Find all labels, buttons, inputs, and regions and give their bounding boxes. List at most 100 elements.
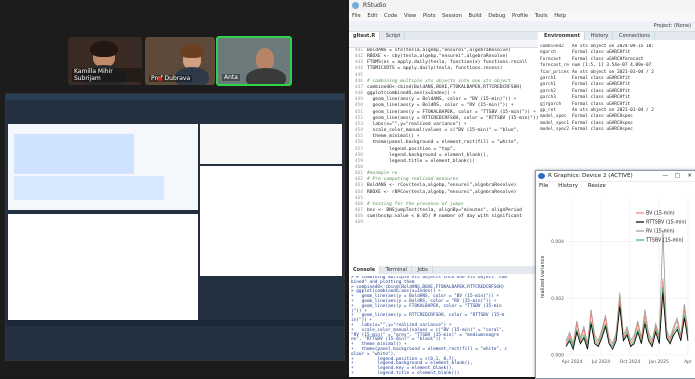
menu-tools[interactable]: Tools xyxy=(535,13,548,19)
graphics-device-window: R Graphics: Device 2 (ACTIVE) — □ ✕ File… xyxy=(535,170,695,379)
tab-history[interactable]: History xyxy=(586,32,614,40)
env-value: num [1:5, 1] 3.54e-07 4.09e-07 xyxy=(572,63,652,69)
code-text: ggplot(combinedO,aes(x=Index)) + xyxy=(367,91,456,97)
editor-toolbar xyxy=(349,40,538,48)
shared-screen xyxy=(5,93,345,361)
env-value: Formal class uGARCHspec xyxy=(572,120,633,126)
menu-bar: File Edit Code View Plots Session Build … xyxy=(349,11,695,21)
code-text: legend.title = element_blank()) xyxy=(367,158,475,164)
zoom-meeting-window: Kamilla Mihir Subrijam Prof Dubrava Anta xyxy=(0,0,347,377)
window-title: RStudio xyxy=(362,2,387,9)
code-text: RBOXE <- rBPCov(tesla,algebp,"ensurei",a… xyxy=(367,189,517,195)
legend-label: TTSBV (15-min) xyxy=(645,238,684,244)
code-text: labs(x="",y="realized variance") + xyxy=(367,121,467,127)
device-titlebar: R Graphics: Device 2 (ACTIVE) — □ ✕ xyxy=(536,171,695,182)
env-name: model_spec2 xyxy=(540,127,570,133)
env-value: Formal class uGARCHfit xyxy=(572,82,631,88)
menu-file[interactable]: File xyxy=(352,13,361,19)
env-value: Formal class uGARCHforecast xyxy=(572,56,644,62)
menu-view[interactable]: View xyxy=(404,13,416,19)
code-text: bnc <- BNSjumpTest(tesla, alignBy="minut… xyxy=(367,208,522,214)
menu-build[interactable]: Build xyxy=(469,13,482,19)
menu-profile[interactable]: Profile xyxy=(512,13,528,19)
menu-session[interactable]: Session xyxy=(442,13,462,19)
env-tabbar: Environment History Connections xyxy=(540,32,695,40)
realized-variance-chart: 0.000 0.002 0.004 Apr 2024 Jul 2024 Oct 2024 J… xyxy=(540,199,692,365)
tab-script[interactable]: Script xyxy=(381,32,406,40)
menu-help[interactable]: Help xyxy=(554,13,566,19)
participant-name: Prof Dubrava xyxy=(149,75,193,82)
code-text: geom_line(aes(y = RTTCREDCRFSOH, color =… xyxy=(367,115,538,121)
code-line[interactable]: 468 sum(bnc$p.value < 0.05) # number of d… xyxy=(349,214,538,220)
env-row[interactable]: model_spec2 Formal class uGARCHspec xyxy=(540,127,695,133)
environment-list: combined2 An xts object on 2024-09-15 10:… xyxy=(540,44,695,169)
tab-environment[interactable]: Environment xyxy=(540,32,585,40)
series-line xyxy=(565,230,689,345)
env-value: Formal class uGARCHfit xyxy=(572,101,631,107)
code-text: geom_line(aes(y = BoldANS, color = "BV (… xyxy=(367,97,517,103)
r-logo-icon xyxy=(538,173,545,179)
participant-tile-1[interactable]: Kamilla Mihir Subrijam xyxy=(68,37,142,85)
console-line: + legend.title = element_blank()) xyxy=(351,370,460,376)
editor-tabbar: gltest.R Script xyxy=(349,32,538,40)
device-menu-file[interactable]: File xyxy=(539,183,548,189)
recording-dot-icon xyxy=(158,77,162,81)
code-line[interactable]: 469 xyxy=(349,220,538,226)
code-text: # testing for the presence of jumps xyxy=(367,201,464,207)
code-text: TTOMICXDTS = apply.daily(tesla, function… xyxy=(367,66,503,72)
code-text: legend.position = "top", xyxy=(367,146,456,152)
env-value: An xts object on 2021-01-04 / 2 xyxy=(572,69,654,75)
project-label[interactable]: Project: (None) xyxy=(654,23,691,29)
x-tick-label: Oct 2024 xyxy=(620,359,641,365)
shared-editor xyxy=(8,124,198,210)
close-icon[interactable]: ✕ xyxy=(687,171,692,181)
menu-code[interactable]: Code xyxy=(384,13,397,19)
code-text: scale_color_manual(values = c("BV (15-mi… xyxy=(367,128,520,134)
env-value: Formal class uGARCHfit xyxy=(572,88,631,94)
participant-hair xyxy=(180,44,204,58)
code-text: FTOMS(ns = apply.daily(tesla, function(x… xyxy=(367,60,528,66)
tab-console[interactable]: Console xyxy=(349,266,381,274)
code-text: combinedO<-cbind(BoldANS,BOXE,FTOKALBAPE… xyxy=(367,84,522,90)
x-tick-label: Jan 2025 xyxy=(648,359,669,365)
code-text: geom_line(aes(y = FTOKALBAPEK, color = "… xyxy=(367,109,536,115)
x-tick-label: Apr xyxy=(684,359,692,365)
env-value: Formal class uGARCHspec xyxy=(572,127,633,133)
code-text: BoldANS <- rCov(tesla,algebp,"ensurei",a… xyxy=(367,183,517,189)
menu-plots[interactable]: Plots xyxy=(423,13,435,19)
tab-jobs[interactable]: Jobs xyxy=(413,266,433,274)
code-text: #example re xyxy=(367,171,398,177)
env-value: An xts object on 2021-01-04 / 2 xyxy=(572,107,654,113)
device-menu-resize[interactable]: Resize xyxy=(588,183,606,189)
tab-gltest[interactable]: gltest.R xyxy=(349,32,381,40)
console-tabbar: Console Terminal Jobs xyxy=(349,266,538,274)
legend-label: BV (15-min) xyxy=(646,211,675,217)
menu-debug[interactable]: Debug xyxy=(488,13,505,19)
env-value: Formal class uGARCHspec xyxy=(572,114,633,120)
code-text: legend.background = element_blank(), xyxy=(367,152,489,158)
y-axis-label: realized variance xyxy=(540,256,546,299)
y-tick-label: 0.004 xyxy=(551,239,564,245)
code-line[interactable]: 464 RBOXE <- rBPCov(tesla,algebp,"ensurei… xyxy=(349,190,538,196)
legend-label: RV (15-min) xyxy=(646,229,675,235)
device-menu-history[interactable]: History xyxy=(558,183,578,189)
env-value: Formal class uGARCHfit xyxy=(572,75,631,81)
participant-tile-2[interactable]: Prof Dubrava xyxy=(145,37,215,85)
legend-label: RTTSBV (15-min) xyxy=(646,220,687,226)
tab-terminal[interactable]: Terminal xyxy=(381,266,412,274)
code-text: theme_minimal() + xyxy=(367,134,420,140)
code-text: BoldANS = sfe(tesla,algebp,"ensurei",alg… xyxy=(367,48,511,53)
participant-name: Anta xyxy=(222,74,240,81)
code-editor[interactable]: 441 BoldANS = sfe(tesla,algebp,"ensurei",… xyxy=(349,48,538,263)
minimize-icon[interactable]: — xyxy=(662,171,668,181)
participant-tile-3[interactable]: Anta xyxy=(216,36,292,86)
console-output[interactable]: > # combining multiple xts objects into … xyxy=(351,276,538,377)
code-text: sum(bnc$p.value < 0.05) # number of day … xyxy=(367,214,522,220)
shared-titlebar xyxy=(6,94,344,100)
maximize-icon[interactable]: □ xyxy=(675,171,680,181)
code-text: RBOXE <- cby(tesla,algebp,"ensurei",alge… xyxy=(367,54,509,60)
x-tick-label: Apr 2024 xyxy=(562,359,583,365)
menu-edit[interactable]: Edit xyxy=(367,13,377,19)
tab-connections[interactable]: Connections xyxy=(614,32,655,40)
shared-taskbar xyxy=(6,320,344,326)
